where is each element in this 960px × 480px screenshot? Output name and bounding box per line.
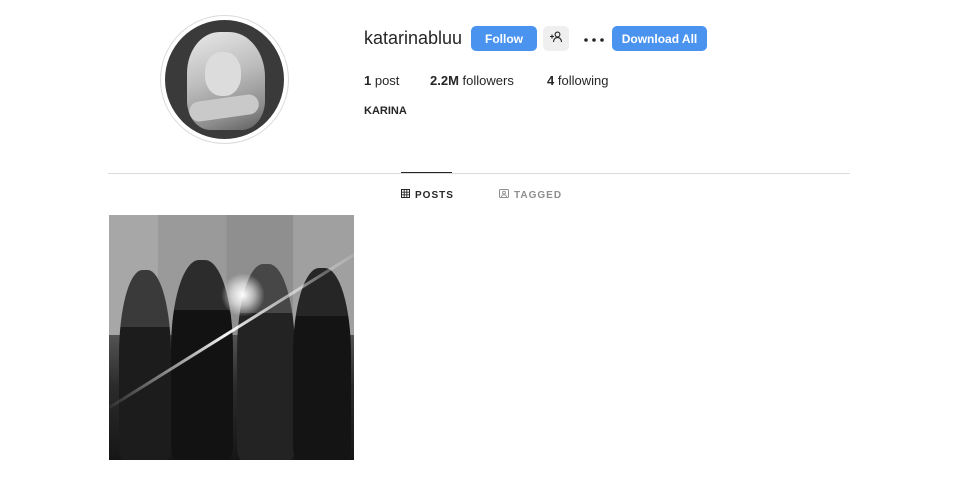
avatar-photo <box>165 20 284 139</box>
posts-label: post <box>371 73 400 88</box>
person-plus-icon <box>549 30 563 48</box>
username: katarinabluu <box>364 28 463 48</box>
profile-avatar[interactable] <box>160 15 289 144</box>
tab-posts[interactable]: POSTS <box>401 189 454 201</box>
tab-tagged[interactable]: TAGGED <box>499 189 562 201</box>
tab-posts-label: POSTS <box>415 189 454 201</box>
more-options-icon <box>584 29 604 47</box>
tab-tagged-label: TAGGED <box>514 189 563 201</box>
followers-stat[interactable]: 2.2M followers <box>430 73 514 88</box>
section-divider <box>108 173 850 174</box>
tagged-icon <box>499 189 509 201</box>
following-stat[interactable]: 4 following <box>547 73 608 88</box>
followers-label: followers <box>458 73 514 88</box>
profile-full-name: KARINA <box>364 105 407 117</box>
suggested-accounts-button[interactable] <box>543 26 569 51</box>
post-person-4 <box>293 268 351 460</box>
download-all-button[interactable]: Download All <box>612 26 707 51</box>
following-label: following <box>554 73 609 88</box>
followers-count: 2.2M <box>430 73 459 88</box>
post-thumbnail[interactable] <box>109 215 354 460</box>
post-person-1 <box>119 270 171 460</box>
posts-stat: 1 post <box>364 73 399 88</box>
avatar-face-shape <box>205 52 241 96</box>
more-options-button[interactable] <box>583 28 605 48</box>
active-tab-indicator <box>401 172 452 173</box>
follow-button[interactable]: Follow <box>471 26 537 51</box>
grid-icon <box>401 189 410 201</box>
post-light-glow <box>221 273 265 317</box>
